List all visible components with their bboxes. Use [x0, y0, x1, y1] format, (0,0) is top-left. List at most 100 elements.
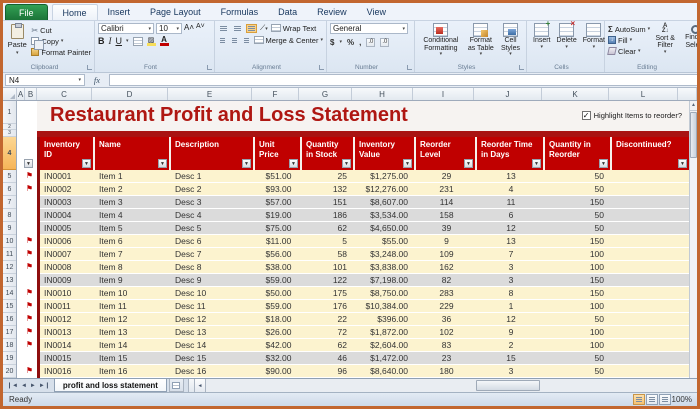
cell-quantity-in-reorder[interactable]: 150	[545, 196, 612, 209]
cell-reorder-level[interactable]: 9	[416, 235, 477, 248]
cell-reorder-time-in-days[interactable]: 11	[477, 196, 545, 209]
grow-font-button[interactable]: A˄	[184, 23, 194, 34]
cell-unit-price[interactable]: $32.00	[255, 352, 302, 365]
fill-button[interactable]: ↓Fill▾	[608, 35, 650, 45]
cell-description[interactable]: Desc 1	[171, 170, 255, 183]
cell-unit-price[interactable]: $18.00	[255, 313, 302, 326]
cell-name[interactable]: Item 5	[95, 222, 171, 235]
cell-quantity-in-reorder[interactable]: 50	[545, 170, 612, 183]
cell-reorder-level[interactable]: 39	[416, 222, 477, 235]
select-all-corner[interactable]	[3, 88, 17, 100]
cell-name[interactable]: Item 7	[95, 248, 171, 261]
cell-inventory-id[interactable]: IN0001	[40, 170, 95, 183]
cell-reorder-level[interactable]: 83	[416, 339, 477, 352]
cell-name[interactable]: Item 12	[95, 313, 171, 326]
page-break-view-button[interactable]	[659, 394, 671, 405]
cell-reorder-time-in-days[interactable]: 3	[477, 274, 545, 287]
cell-name[interactable]: Item 2	[95, 183, 171, 196]
cell-inventory-id[interactable]: IN0003	[40, 196, 95, 209]
cell-discontinued[interactable]	[612, 274, 689, 287]
cell-inventory-id[interactable]: IN0016	[40, 365, 95, 378]
cell-reorder-time-in-days[interactable]: 15	[477, 352, 545, 365]
column-letter-G[interactable]: G	[299, 88, 352, 100]
cell-inventory-id[interactable]: IN0009	[40, 274, 95, 287]
cell-quantity-in-stock[interactable]: 25	[302, 170, 355, 183]
cell-description[interactable]: Desc 9	[171, 274, 255, 287]
cell-quantity-in-reorder[interactable]: 50	[545, 209, 612, 222]
cell-unit-price[interactable]: $59.00	[255, 274, 302, 287]
cell-inventory-value[interactable]: $12,276.00	[355, 183, 416, 196]
row-number-13[interactable]: 13	[3, 274, 16, 287]
column-header-reorder-time-in-days[interactable]: Reorder Time in Days▼	[477, 137, 545, 170]
column-header-quantity-in-reorder[interactable]: Quantity in Reorder▼	[545, 137, 612, 170]
cell-description[interactable]: Desc 12	[171, 313, 255, 326]
ribbon-tab-file[interactable]: File	[5, 4, 48, 20]
row-number-16[interactable]: 16	[3, 313, 16, 326]
filter-dropdown-icon[interactable]: ▼	[242, 159, 251, 168]
cell-inventory-value[interactable]: $10,384.00	[355, 300, 416, 313]
formula-input[interactable]	[109, 74, 697, 86]
cell-inventory-value[interactable]: $3,838.00	[355, 261, 416, 274]
row-number-20[interactable]: 20	[3, 365, 16, 378]
cell-inventory-id[interactable]: IN0004	[40, 209, 95, 222]
shrink-font-button[interactable]: A˅	[196, 23, 205, 34]
dialog-launcher-icon[interactable]	[519, 65, 524, 70]
dialog-launcher-icon[interactable]	[87, 65, 92, 70]
horizontal-scroll-track[interactable]	[206, 379, 697, 392]
column-letter-J[interactable]: J	[474, 88, 542, 100]
highlight-reorder-checkbox[interactable]: ✓ Highlight Items to reorder?	[582, 111, 682, 120]
cell-name[interactable]: Item 9	[95, 274, 171, 287]
cut-button[interactable]: ✂Cut	[31, 25, 91, 35]
column-letter-L[interactable]: L	[609, 88, 678, 100]
column-letter-B[interactable]: B	[25, 88, 37, 100]
cell-discontinued[interactable]	[612, 209, 689, 222]
ribbon-tab-page-layout[interactable]: Page Layout	[140, 4, 211, 20]
increase-decimal-icon[interactable]: .0	[366, 38, 375, 47]
cell-unit-price[interactable]: $75.00	[255, 222, 302, 235]
cell-quantity-in-stock[interactable]: 122	[302, 274, 355, 287]
underline-button[interactable]: U	[116, 36, 123, 46]
fx-icon[interactable]: fx	[85, 75, 109, 85]
cell-discontinued[interactable]	[612, 339, 689, 352]
cell-quantity-in-reorder[interactable]: 50	[545, 183, 612, 196]
cell-inventory-id[interactable]: IN0014	[40, 339, 95, 352]
insert-cells-button[interactable]: Insert▾	[530, 23, 554, 50]
italic-button[interactable]: I	[109, 36, 112, 46]
bold-button[interactable]: B	[98, 36, 105, 46]
cell-unit-price[interactable]: $59.00	[255, 300, 302, 313]
font-family-select[interactable]: Calibri▾	[98, 23, 154, 34]
cell-unit-price[interactable]: $26.00	[255, 326, 302, 339]
number-format-select[interactable]: General▾	[330, 23, 408, 34]
cell-inventory-value[interactable]: $1,472.00	[355, 352, 416, 365]
cell-name[interactable]: Item 11	[95, 300, 171, 313]
align-top-button[interactable]	[218, 24, 229, 33]
cell-description[interactable]: Desc 14	[171, 339, 255, 352]
vertical-scroll-thumb[interactable]	[690, 112, 697, 158]
next-sheet-icon[interactable]: ►	[30, 383, 36, 389]
cell-quantity-in-stock[interactable]: 5	[302, 235, 355, 248]
cell-inventory-value[interactable]: $7,198.00	[355, 274, 416, 287]
cell-reorder-time-in-days[interactable]: 9	[477, 326, 545, 339]
cell-reorder-level[interactable]: 36	[416, 313, 477, 326]
copy-button[interactable]: Copy ▾	[31, 36, 91, 46]
row-number-17[interactable]: 17	[3, 326, 16, 339]
cell-reorder-level[interactable]: 23	[416, 352, 477, 365]
column-letter-H[interactable]: H	[352, 88, 413, 100]
cell-quantity-in-reorder[interactable]: 50	[545, 352, 612, 365]
cell-name[interactable]: Item 16	[95, 365, 171, 378]
cell-inventory-value[interactable]: $55.00	[355, 235, 416, 248]
cell-unit-price[interactable]: $51.00	[255, 170, 302, 183]
ribbon-tab-home[interactable]: Home	[52, 4, 98, 20]
cell-name[interactable]: Item 15	[95, 352, 171, 365]
cell-description[interactable]: Desc 15	[171, 352, 255, 365]
cell-reorder-time-in-days[interactable]: 7	[477, 248, 545, 261]
column-header-description[interactable]: Description▼	[171, 137, 255, 170]
cell-quantity-in-reorder[interactable]: 100	[545, 300, 612, 313]
cell-discontinued[interactable]	[612, 300, 689, 313]
align-left-button[interactable]	[218, 36, 227, 45]
filter-dropdown-icon[interactable]: ▼	[678, 159, 687, 168]
cell-reorder-level[interactable]: 114	[416, 196, 477, 209]
column-header-discontinued[interactable]: Discontinued?▼	[612, 137, 689, 170]
cell-reorder-time-in-days[interactable]: 6	[477, 209, 545, 222]
scroll-left-icon[interactable]: ◄	[195, 379, 206, 392]
